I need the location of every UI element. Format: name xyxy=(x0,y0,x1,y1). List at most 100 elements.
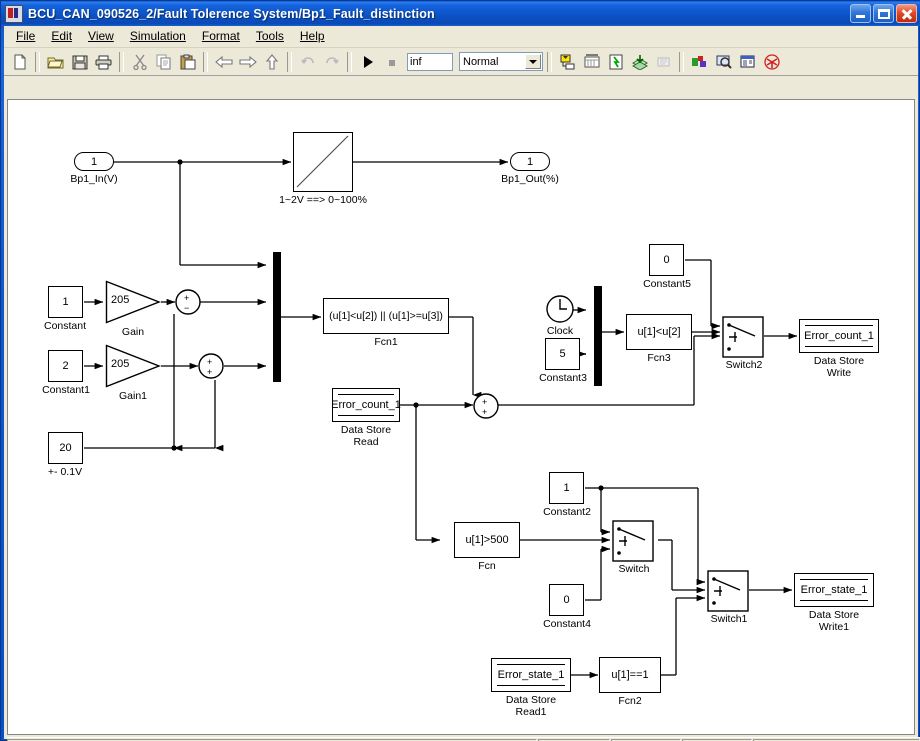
stop-time-input[interactable] xyxy=(407,52,453,71)
svg-text:+: + xyxy=(482,407,487,417)
sum-block-1[interactable]: + − xyxy=(175,289,201,315)
sum-block-2[interactable]: + + xyxy=(198,353,224,379)
sum-block-3[interactable]: + + xyxy=(473,393,499,419)
forward-arrow-icon[interactable] xyxy=(236,51,259,73)
outport-block-bp1-out[interactable]: 1 xyxy=(510,152,550,171)
switch-block[interactable] xyxy=(612,520,654,562)
lookup-table-block[interactable] xyxy=(293,132,353,192)
data-store-write1-name: Error_state_1 xyxy=(800,579,868,601)
menu-simulation[interactable]: Simulation xyxy=(122,27,194,46)
start-simulation-icon[interactable] xyxy=(356,51,379,73)
switch1-block[interactable] xyxy=(707,570,749,612)
window-controls xyxy=(850,4,920,23)
constant1-block[interactable]: 2 xyxy=(48,350,83,382)
outport-port-number: 1 xyxy=(526,155,534,168)
maximize-button[interactable] xyxy=(873,4,894,23)
back-arrow-icon[interactable] xyxy=(212,51,235,73)
data-store-write-block[interactable]: Error_count_1 xyxy=(799,319,879,353)
svg-text:+: + xyxy=(184,293,189,303)
toolbar: Normal xyxy=(4,48,918,76)
mux-block-2[interactable] xyxy=(594,286,602,386)
menu-file[interactable]: File xyxy=(8,27,43,46)
gain1-value: 205 xyxy=(111,358,130,370)
constant2-label: Constant2 xyxy=(543,506,591,518)
debug-icon[interactable] xyxy=(652,51,675,73)
toolbar-separator xyxy=(547,51,552,72)
simulation-mode-select[interactable]: Normal xyxy=(459,52,543,71)
outport-label: Bp1_Out(%) xyxy=(501,173,559,185)
fcn1-block[interactable]: (u[1]<u[2]) || (u[1]>=u[3]) xyxy=(323,298,449,334)
print-icon[interactable] xyxy=(92,51,115,73)
mux-block-1[interactable] xyxy=(273,252,281,382)
model-explorer-icon[interactable] xyxy=(688,51,711,73)
fcn3-expression: u[1]<u[2] xyxy=(637,326,681,338)
chevron-down-icon[interactable] xyxy=(525,54,541,69)
minimize-button[interactable] xyxy=(850,4,871,23)
clock-label: Clock xyxy=(546,325,574,337)
find-icon[interactable] xyxy=(712,51,735,73)
constant5-value: 0 xyxy=(663,254,670,266)
switch2-block[interactable] xyxy=(722,316,764,358)
menu-edit[interactable]: Edit xyxy=(43,27,80,46)
constant3-value: 5 xyxy=(559,348,566,360)
inport-label: Bp1_In(V) xyxy=(70,173,118,185)
menu-bar: File Edit View Simulation Format Tools H… xyxy=(4,26,918,48)
open-folder-icon[interactable] xyxy=(44,51,67,73)
sum-circle-icon: + − xyxy=(175,289,201,315)
fcn-block[interactable]: u[1]>500 xyxy=(454,522,520,558)
model-canvas[interactable]: 1 Bp1_In(V) 1~2V ==> 0~100% 1 Bp1_Out(%)… xyxy=(7,99,915,735)
data-store-read1-block[interactable]: Error_state_1 xyxy=(491,658,571,692)
undo-icon[interactable] xyxy=(296,51,319,73)
menu-help[interactable]: Help xyxy=(292,27,333,46)
window-title: BCU_CAN_090526_2/Fault Tolerence System/… xyxy=(28,6,435,21)
data-store-read1-name: Error_state_1 xyxy=(497,664,565,686)
redo-icon[interactable] xyxy=(320,51,343,73)
copy-icon[interactable] xyxy=(152,51,175,73)
gain-block[interactable]: 205 xyxy=(105,280,161,324)
gain-value: 205 xyxy=(111,294,130,306)
up-level-arrow-icon[interactable] xyxy=(260,51,283,73)
constant1-value: 2 xyxy=(62,360,69,372)
tolerance-value: 20 xyxy=(59,442,72,454)
constant3-block[interactable]: 5 xyxy=(545,338,580,370)
fcn-label: Fcn xyxy=(478,560,496,572)
toggle-model-browser-icon[interactable] xyxy=(580,51,603,73)
build-model-icon[interactable] xyxy=(628,51,651,73)
constant-value: 1 xyxy=(62,296,69,308)
data-store-read-block[interactable]: Error_count_1 xyxy=(331,388,401,422)
constant5-label: Constant5 xyxy=(643,278,691,290)
stop-simulation-icon[interactable] xyxy=(380,51,403,73)
svg-text:−: − xyxy=(184,303,189,313)
close-button[interactable] xyxy=(896,4,917,23)
cut-scissors-icon[interactable] xyxy=(128,51,151,73)
sum-circle-icon: + + xyxy=(198,353,224,379)
constant-block[interactable]: 1 xyxy=(48,286,83,318)
library-browser-icon[interactable] xyxy=(556,51,579,73)
report-icon[interactable] xyxy=(736,51,759,73)
menu-format[interactable]: Format xyxy=(194,27,248,46)
demo-icon[interactable] xyxy=(760,51,783,73)
block-diagram[interactable] xyxy=(8,100,914,734)
gain1-block[interactable]: 205 xyxy=(105,344,161,388)
constant4-block[interactable]: 0 xyxy=(549,584,584,616)
tolerance-constant-block[interactable]: 20 xyxy=(48,432,83,464)
toolbar-separator xyxy=(679,51,684,72)
constant4-label: Constant4 xyxy=(543,618,591,630)
menu-tools[interactable]: Tools xyxy=(248,27,292,46)
data-store-write1-block[interactable]: Error_state_1 xyxy=(794,573,874,607)
simulink-window: BCU_CAN_090526_2/Fault Tolerence System/… xyxy=(0,0,920,741)
update-diagram-icon[interactable] xyxy=(604,51,627,73)
constant5-block[interactable]: 0 xyxy=(649,244,684,276)
fcn3-block[interactable]: u[1]<u[2] xyxy=(626,314,692,350)
paste-clipboard-icon[interactable] xyxy=(176,51,199,73)
toolbar-separator xyxy=(203,51,208,72)
menu-view[interactable]: View xyxy=(80,27,122,46)
inport-block-bp1-in[interactable]: 1 xyxy=(74,152,114,171)
constant2-block[interactable]: 1 xyxy=(549,472,584,504)
fcn2-block[interactable]: u[1]==1 xyxy=(599,657,661,693)
gain-label: Gain xyxy=(121,326,145,338)
data-store-read1-label: Data Store Read1 xyxy=(505,694,557,718)
clock-block[interactable] xyxy=(545,294,575,324)
save-disk-icon[interactable] xyxy=(68,51,91,73)
new-model-icon[interactable] xyxy=(8,51,31,73)
